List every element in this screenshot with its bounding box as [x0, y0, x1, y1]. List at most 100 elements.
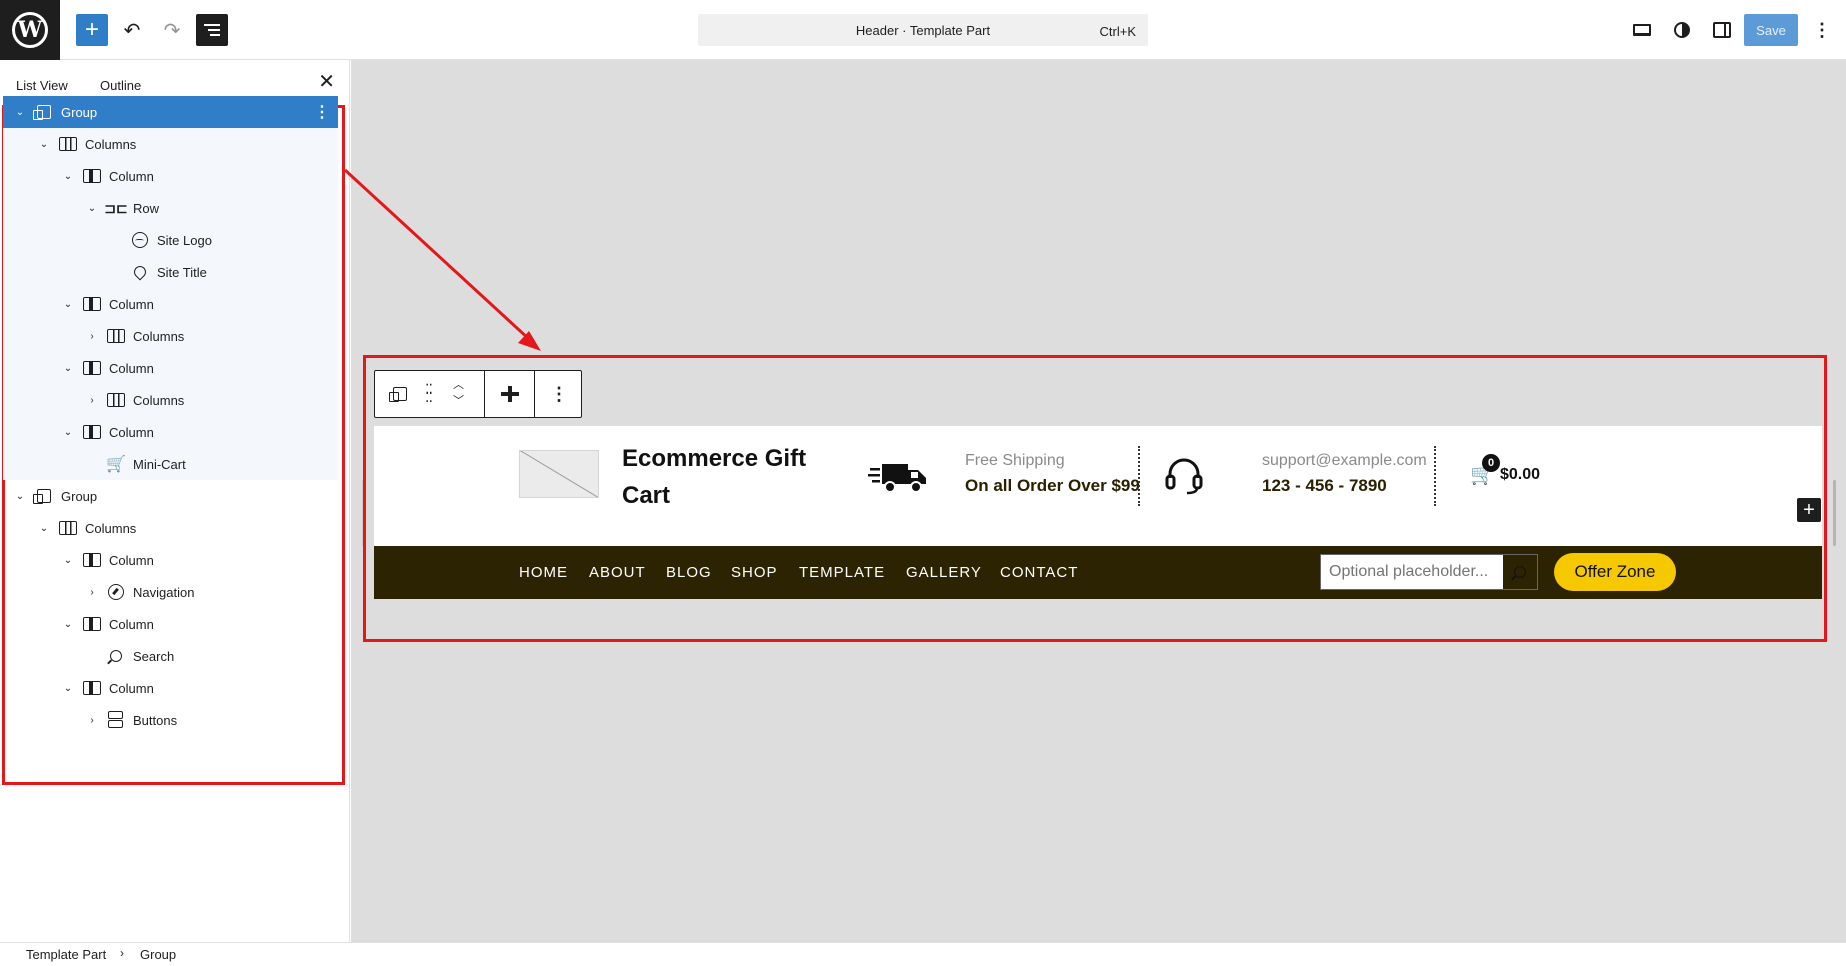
- nav-link-home[interactable]: HOME: [519, 564, 568, 581]
- list-view-item-label: Column: [109, 424, 154, 440]
- list-view-item-column[interactable]: ⌄ Column: [3, 608, 338, 640]
- drag-handle-icon[interactable]: ⁚⁚ ⁚⁚: [425, 382, 435, 404]
- block-inserter-button[interactable]: +: [76, 14, 108, 46]
- list-view-item-column[interactable]: ⌄ Column: [3, 160, 338, 192]
- chevron-down-icon[interactable]: ⌄: [61, 619, 75, 630]
- chevron-down-icon[interactable]: ⌄: [61, 555, 75, 566]
- list-view-item-column[interactable]: ⌄ Column: [3, 288, 338, 320]
- options-menu-button[interactable]: ⋮: [1806, 14, 1838, 46]
- laptop-icon: [1633, 24, 1651, 36]
- redo-button[interactable]: ↷: [156, 14, 188, 46]
- list-view-item-label: Search: [133, 648, 175, 664]
- chevron-down-icon[interactable]: ⌄: [61, 171, 75, 182]
- site-header-preview[interactable]: Ecommerce Gift Cart Free Shipping On all…: [374, 426, 1822, 546]
- columns-icon: [59, 519, 77, 537]
- nav-link-template[interactable]: TEMPLATE: [799, 564, 885, 581]
- chevron-down-icon[interactable]: ⌄: [13, 491, 27, 502]
- list-view-item-site-title[interactable]: Site Title: [3, 256, 338, 288]
- block-toolbar-group-segment: ⁚⁚ ⁚⁚ ︿ ﹀: [375, 371, 485, 417]
- nav-link-blog[interactable]: BLOG: [666, 564, 712, 581]
- list-view-button[interactable]: [196, 14, 228, 46]
- cart-count-badge: 0: [1482, 454, 1500, 472]
- search-icon: [107, 647, 125, 665]
- offer-zone-button[interactable]: Offer Zone: [1554, 553, 1676, 591]
- list-view-item-label: Column: [109, 552, 154, 568]
- styles-button[interactable]: [1666, 14, 1698, 46]
- list-view-item-row[interactable]: ⌄ ⊐⊏ Row: [3, 192, 338, 224]
- list-view-item-label: Column: [109, 296, 154, 312]
- list-view-item-navigation[interactable]: › Navigation: [3, 576, 338, 608]
- breadcrumb-template-part[interactable]: Template Part: [26, 947, 106, 962]
- cart-total[interactable]: $0.00: [1500, 466, 1540, 484]
- chevron-down-icon[interactable]: ⌄: [37, 523, 51, 534]
- align-button[interactable]: [485, 371, 535, 417]
- site-title[interactable]: Ecommerce Gift Cart: [622, 440, 822, 514]
- list-view-item-group[interactable]: ⌄ Group: [3, 480, 338, 512]
- block-breadcrumb: Template Part › Group: [0, 942, 1846, 966]
- list-view-item-columns[interactable]: › Columns: [3, 320, 338, 352]
- close-icon[interactable]: ✕: [318, 72, 335, 92]
- list-view-item-label: Columns: [85, 136, 137, 152]
- list-view-item-label: Navigation: [133, 584, 195, 600]
- device-preview-button[interactable]: [1626, 14, 1658, 46]
- chevron-right-icon[interactable]: ›: [85, 587, 99, 598]
- chevron-down-icon[interactable]: ⌄: [61, 683, 75, 694]
- nav-link-contact[interactable]: CONTACT: [1000, 564, 1078, 581]
- move-up-down-icon[interactable]: ︿ ﹀: [453, 377, 464, 409]
- list-view-item-label: Columns: [133, 328, 185, 344]
- document-title: Header · Template Part: [855, 23, 991, 38]
- nav-link-gallery[interactable]: GALLERY: [906, 564, 982, 581]
- chevron-right-icon[interactable]: ›: [85, 395, 99, 406]
- chevron-right-icon[interactable]: ›: [85, 715, 99, 726]
- list-view-item-columns[interactable]: ⌄ Columns: [3, 128, 338, 160]
- nav-link-about[interactable]: ABOUT: [589, 564, 646, 581]
- command-palette-bar[interactable]: Header · Template Part Ctrl+K: [698, 14, 1148, 46]
- list-view-item-label: Group: [61, 104, 98, 120]
- list-view-item-mini-cart[interactable]: 🛒 Mini-Cart: [3, 448, 338, 480]
- pin-icon: [131, 263, 149, 281]
- list-view-item-column[interactable]: ⌄ Column: [3, 544, 338, 576]
- breadcrumb-group[interactable]: Group: [140, 947, 176, 962]
- list-view-item-site-logo[interactable]: Site Logo: [3, 224, 338, 256]
- chevron-down-icon[interactable]: ⌄: [61, 427, 75, 438]
- list-view-item-search[interactable]: Search: [3, 640, 338, 672]
- site-logo-placeholder[interactable]: [519, 450, 599, 498]
- save-button[interactable]: Save: [1744, 14, 1798, 46]
- chevron-down-icon[interactable]: ⌄: [37, 139, 51, 150]
- column-icon: [83, 551, 101, 569]
- chevron-down-icon[interactable]: ⌄: [61, 363, 75, 374]
- tab-outline[interactable]: Outline: [100, 78, 141, 93]
- chevron-down-icon[interactable]: ⌄: [61, 299, 75, 310]
- group-icon[interactable]: [389, 387, 407, 402]
- chevron-right-icon[interactable]: ›: [85, 331, 99, 342]
- chevron-down-icon[interactable]: ⌄: [85, 203, 99, 214]
- list-view-item-columns[interactable]: › Columns: [3, 384, 338, 416]
- list-view-item-columns[interactable]: ⌄ Columns: [3, 512, 338, 544]
- support-phone: 123 - 456 - 7890: [1262, 476, 1387, 495]
- chevron-down-icon[interactable]: ⌄: [13, 107, 27, 118]
- search-input[interactable]: [1321, 555, 1503, 589]
- add-block-button[interactable]: +: [1797, 498, 1821, 522]
- column-icon: [83, 679, 101, 697]
- list-view-item-buttons[interactable]: › Buttons: [3, 704, 338, 736]
- columns-icon: [107, 327, 125, 345]
- list-view-item-column[interactable]: ⌄ Column: [3, 352, 338, 384]
- canvas-scrollbar[interactable]: [1833, 480, 1836, 546]
- item-options-icon[interactable]: ⋮: [314, 102, 330, 122]
- shipping-value: On all Order Over $99: [965, 476, 1140, 495]
- wordpress-logo[interactable]: W: [0, 0, 60, 60]
- list-view-item-column[interactable]: ⌄ Column: [3, 672, 338, 704]
- navigation-icon: [107, 583, 125, 601]
- support-email: support@example.com: [1262, 452, 1427, 469]
- nav-link-shop[interactable]: SHOP: [731, 564, 778, 581]
- list-view-item-column[interactable]: ⌄ Column: [3, 416, 338, 448]
- tab-list-view[interactable]: List View: [16, 78, 68, 93]
- list-view-item-label: Columns: [133, 392, 185, 408]
- navigation-bar: HOME ABOUT BLOG SHOP TEMPLATE GALLERY CONTACT …: [374, 546, 1822, 599]
- search-button[interactable]: [1503, 555, 1537, 589]
- list-view-item-group[interactable]: ⌄ Group ⋮: [3, 96, 338, 128]
- cart-icon: 🛒: [106, 456, 126, 473]
- settings-button[interactable]: [1706, 14, 1738, 46]
- undo-button[interactable]: ↶: [116, 14, 148, 46]
- block-options-button[interactable]: ⋮: [535, 371, 583, 417]
